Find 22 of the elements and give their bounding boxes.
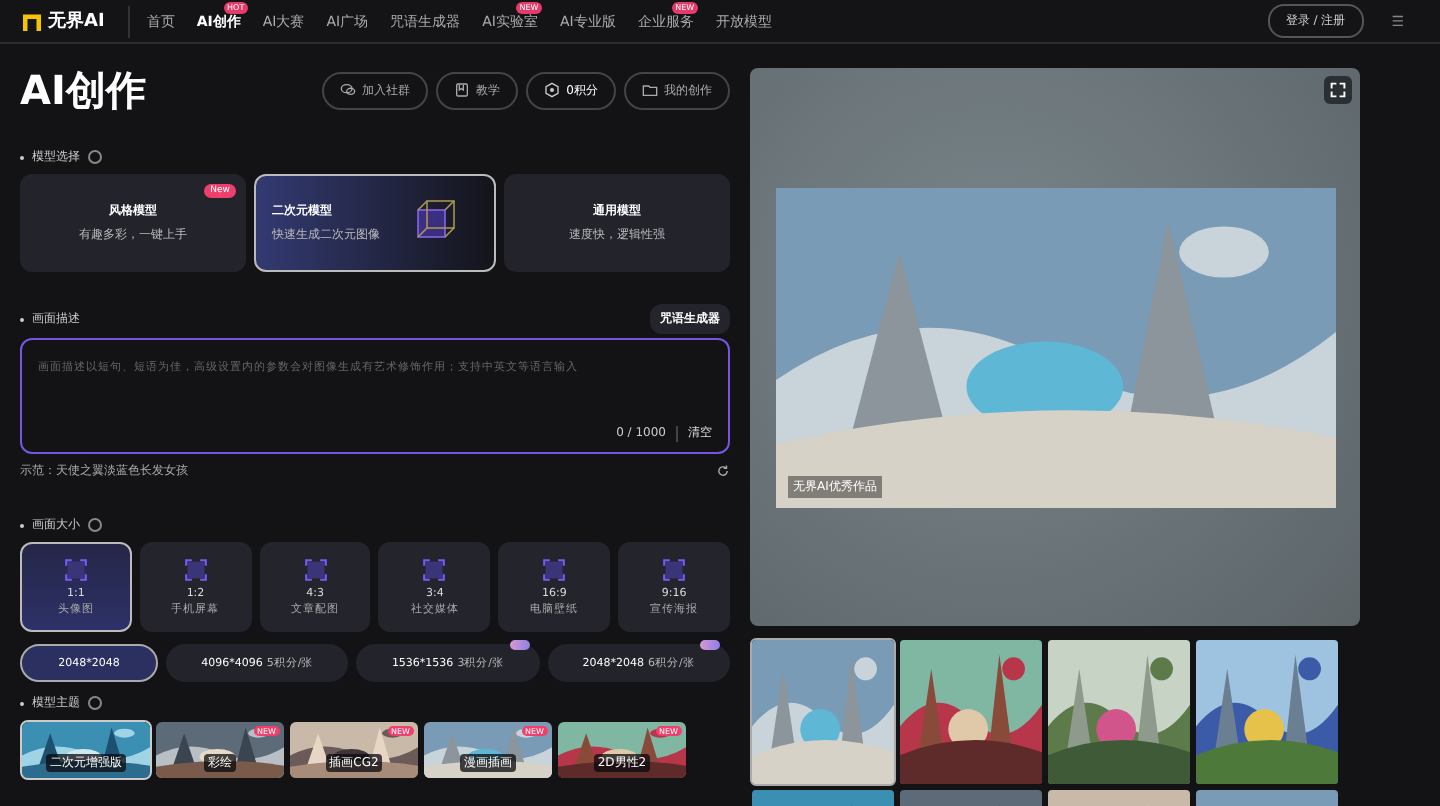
frame-icon bbox=[660, 558, 689, 582]
folder-icon bbox=[642, 82, 658, 98]
help-icon bbox=[88, 696, 102, 710]
help-icon bbox=[88, 150, 102, 164]
fullscreen-icon[interactable] bbox=[1324, 76, 1352, 104]
help-icon bbox=[88, 518, 102, 532]
gallery-thumbnail[interactable] bbox=[1046, 638, 1192, 786]
frame-icon bbox=[540, 558, 569, 582]
frame-icon bbox=[420, 558, 449, 582]
refresh-icon[interactable] bbox=[716, 464, 730, 478]
chat-icon bbox=[340, 82, 357, 98]
gallery-thumbnail[interactable] bbox=[750, 638, 896, 786]
frame-icon bbox=[61, 558, 90, 582]
hexagon-icon bbox=[544, 82, 561, 98]
gallery-thumbnail[interactable] bbox=[898, 638, 1044, 786]
page-title: AI创作 bbox=[20, 63, 146, 117]
logo-text: 无界AI bbox=[48, 9, 105, 34]
book-icon bbox=[454, 82, 471, 98]
logo-icon bbox=[20, 9, 44, 33]
frame-icon bbox=[301, 558, 330, 582]
gallery-thumbnail[interactable] bbox=[1194, 638, 1340, 786]
frame-icon bbox=[181, 558, 210, 582]
